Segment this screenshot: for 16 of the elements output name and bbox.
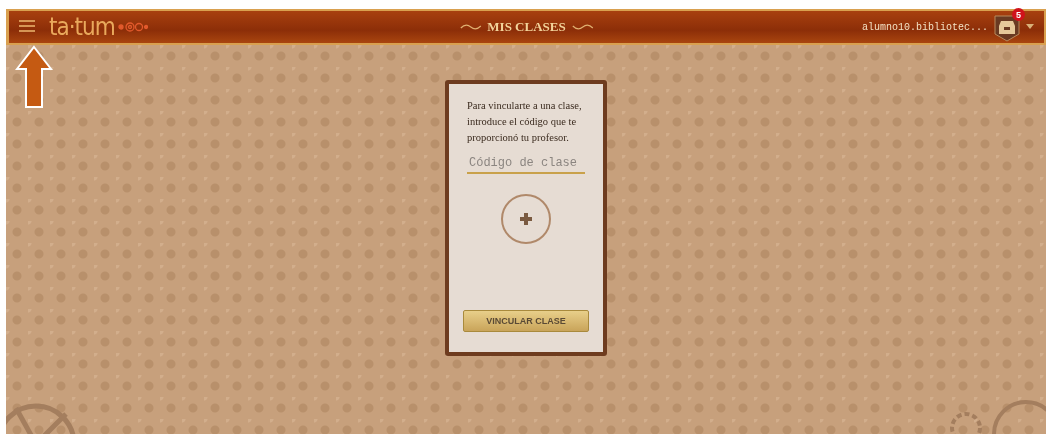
flourish-icon (459, 23, 482, 31)
notification-badge: 5 (1012, 8, 1025, 21)
add-button[interactable] (501, 194, 551, 244)
avatar-icon[interactable] (993, 12, 1021, 42)
circles-icon (117, 22, 148, 32)
menu-icon[interactable] (19, 19, 35, 35)
plus-icon (520, 213, 532, 225)
caret-icon[interactable] (1026, 24, 1034, 30)
username[interactable]: alumno10.bibliotec... (861, 21, 988, 33)
link-class-button[interactable]: VINCULAR CLASE (463, 310, 589, 332)
up-arrow-icon (15, 45, 53, 109)
page-title: MIS CLASES (487, 19, 566, 35)
code-field[interactable]: Código de clase (467, 154, 585, 174)
flourish-icon (571, 23, 594, 31)
logo[interactable]: ta·tum (49, 15, 115, 39)
instructions: Para vincularte a una clase, introduce el código que te proporcionó tu profesor. (467, 99, 583, 145)
